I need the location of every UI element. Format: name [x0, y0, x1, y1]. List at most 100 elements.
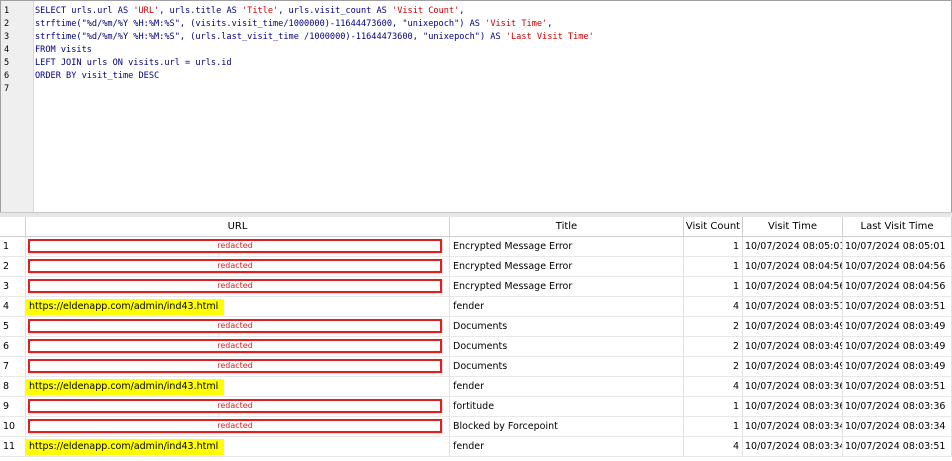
last-visit-time-cell[interactable]: 10/07/2024 08:03:51: [843, 297, 952, 317]
visit-count-cell[interactable]: 4: [684, 377, 743, 397]
last-visit-time-cell[interactable]: 10/07/2024 08:03:51: [843, 437, 952, 457]
redacted-box: redacted: [28, 359, 442, 373]
visit-count-cell[interactable]: 2: [684, 357, 743, 377]
line-number: 6: [4, 71, 10, 81]
sql-token: strftime("%d/%m/%Y %H:%M:%S", (visits.vi…: [35, 19, 486, 29]
url-cell[interactable]: https://eldenapp.com/admin/ind43.html: [26, 437, 450, 457]
last-visit-time-cell[interactable]: 10/07/2024 08:04:56: [843, 257, 952, 277]
url-cell[interactable]: redacted: [26, 257, 450, 277]
line-number: 2: [4, 19, 10, 29]
url-cell[interactable]: redacted: [26, 417, 450, 437]
visit-count-cell[interactable]: 1: [684, 277, 743, 297]
table-row[interactable]: 10 redacted Blocked by Forcepoint 1 10/07/20…: [0, 417, 952, 437]
title-cell[interactable]: Documents: [450, 317, 684, 337]
visit-count-cell[interactable]: 1: [684, 237, 743, 257]
row-number[interactable]: 1: [0, 237, 26, 257]
visit-count-cell[interactable]: 4: [684, 437, 743, 457]
last-visit-time-cell[interactable]: 10/07/2024 08:03:34: [843, 417, 952, 437]
url-cell[interactable]: redacted: [26, 277, 450, 297]
visit-time-cell[interactable]: 10/07/2024 08:05:01: [743, 237, 843, 257]
sql-token: LEFT JOIN urls ON visits.url = urls.id: [35, 58, 232, 68]
visit-count-cell[interactable]: 2: [684, 337, 743, 357]
sql-token: ORDER BY visit_time DESC: [35, 71, 160, 81]
header-url[interactable]: URL: [26, 217, 450, 237]
string-literal: 'URL': [133, 6, 160, 16]
table-row[interactable]: 3 redacted Encrypted Message Error 1 10/07/2…: [0, 277, 952, 297]
visit-count-cell[interactable]: 1: [684, 397, 743, 417]
visit-count-cell[interactable]: 1: [684, 257, 743, 277]
title-cell[interactable]: fender: [450, 297, 684, 317]
last-visit-time-cell[interactable]: 10/07/2024 08:03:49: [843, 357, 952, 377]
visit-time-cell[interactable]: 10/07/2024 08:03:36: [743, 377, 843, 397]
visit-time-cell[interactable]: 10/07/2024 08:03:36: [743, 397, 843, 417]
last-visit-time-cell[interactable]: 10/07/2024 08:05:01: [843, 237, 952, 257]
url-cell[interactable]: redacted: [26, 357, 450, 377]
table-row[interactable]: 6 redacted Documents 2 10/07/2024 08:03:49 10…: [0, 337, 952, 357]
table-row[interactable]: 9 redacted fortitude 1 10/07/2024 08:03:36 10…: [0, 397, 952, 417]
sql-editor[interactable]: 1 SELECT urls.url AS 'URL', urls.title AS…: [0, 0, 952, 213]
url-cell[interactable]: redacted: [26, 337, 450, 357]
url-cell[interactable]: redacted: [26, 237, 450, 257]
line-number: 1: [4, 6, 10, 16]
table-row[interactable]: 5 redacted Documents 2 10/07/2024 08:03:49 10…: [0, 317, 952, 337]
visit-time-cell[interactable]: 10/07/2024 08:03:34: [743, 437, 843, 457]
row-number[interactable]: 2: [0, 257, 26, 277]
sql-token: strftime("%d/%m/%Y %H:%M:%S", (urls.last…: [35, 32, 506, 42]
url-cell[interactable]: redacted: [26, 397, 450, 417]
highlighted-url: https://eldenapp.com/admin/ind43.html: [26, 299, 224, 315]
title-cell[interactable]: Encrypted Message Error: [450, 237, 684, 257]
results-grid[interactable]: URL Title Visit Count Visit Time Last Vi…: [0, 217, 952, 461]
row-number[interactable]: 11: [0, 437, 26, 457]
code-text: LEFT JOIN urls ON visits.url = urls.id: [35, 57, 232, 70]
visit-count-cell[interactable]: 2: [684, 317, 743, 337]
title-cell[interactable]: fender: [450, 437, 684, 457]
table-row[interactable]: 2 redacted Encrypted Message Error 1 10/07/2…: [0, 257, 952, 277]
title-cell[interactable]: fortitude: [450, 397, 684, 417]
last-visit-time-cell[interactable]: 10/07/2024 08:04:56: [843, 277, 952, 297]
visit-count-cell[interactable]: 4: [684, 297, 743, 317]
title-cell[interactable]: Documents: [450, 337, 684, 357]
table-row[interactable]: 4 https://eldenapp.com/admin/ind43.html fe…: [0, 297, 952, 317]
visit-time-cell[interactable]: 10/07/2024 08:04:56: [743, 257, 843, 277]
row-number[interactable]: 10: [0, 417, 26, 437]
row-number[interactable]: 8: [0, 377, 26, 397]
title-cell[interactable]: Documents: [450, 357, 684, 377]
title-cell[interactable]: Blocked by Forcepoint: [450, 417, 684, 437]
visit-time-cell[interactable]: 10/07/2024 08:03:49: [743, 337, 843, 357]
row-number[interactable]: 3: [0, 277, 26, 297]
row-number[interactable]: 9: [0, 397, 26, 417]
table-row[interactable]: 7 redacted Documents 2 10/07/2024 08:03:49 10…: [0, 357, 952, 377]
row-number[interactable]: 7: [0, 357, 26, 377]
last-visit-time-cell[interactable]: 10/07/2024 08:03:51: [843, 377, 952, 397]
string-literal: 'Title': [241, 6, 279, 16]
visit-time-cell[interactable]: 10/07/2024 08:04:56: [743, 277, 843, 297]
table-row[interactable]: 1 redacted Encrypted Message Error 1 10/07/2…: [0, 237, 952, 257]
url-cell[interactable]: https://eldenapp.com/admin/ind43.html: [26, 297, 450, 317]
last-visit-time-cell[interactable]: 10/07/2024 08:03:49: [843, 317, 952, 337]
table-row[interactable]: 8 https://eldenapp.com/admin/ind43.html fe…: [0, 377, 952, 397]
visit-time-cell[interactable]: 10/07/2024 08:03:34: [743, 417, 843, 437]
code-text: ORDER BY visit_time DESC: [35, 70, 159, 83]
url-cell[interactable]: redacted: [26, 317, 450, 337]
title-cell[interactable]: Encrypted Message Error: [450, 277, 684, 297]
last-visit-time-cell[interactable]: 10/07/2024 08:03:36: [843, 397, 952, 417]
header-visit-time[interactable]: Visit Time: [743, 217, 843, 237]
redacted-box: redacted: [28, 239, 442, 253]
visit-time-cell[interactable]: 10/07/2024 08:03:49: [743, 317, 843, 337]
header-visit-count[interactable]: Visit Count: [684, 217, 743, 237]
header-title[interactable]: Title: [450, 217, 684, 237]
sql-token: ,: [547, 19, 553, 29]
visit-time-cell[interactable]: 10/07/2024 08:03:51: [743, 297, 843, 317]
row-number[interactable]: 5: [0, 317, 26, 337]
visit-count-cell[interactable]: 1: [684, 417, 743, 437]
title-cell[interactable]: fender: [450, 377, 684, 397]
row-number[interactable]: 6: [0, 337, 26, 357]
url-cell[interactable]: https://eldenapp.com/admin/ind43.html: [26, 377, 450, 397]
row-number[interactable]: 4: [0, 297, 26, 317]
visit-time-cell[interactable]: 10/07/2024 08:03:49: [743, 357, 843, 377]
string-literal: 'Visit Count': [392, 6, 460, 16]
header-last-visit-time[interactable]: Last Visit Time: [843, 217, 952, 237]
last-visit-time-cell[interactable]: 10/07/2024 08:03:49: [843, 337, 952, 357]
title-cell[interactable]: Encrypted Message Error: [450, 257, 684, 277]
table-row[interactable]: 11 https://eldenapp.com/admin/ind43.html f…: [0, 437, 952, 457]
